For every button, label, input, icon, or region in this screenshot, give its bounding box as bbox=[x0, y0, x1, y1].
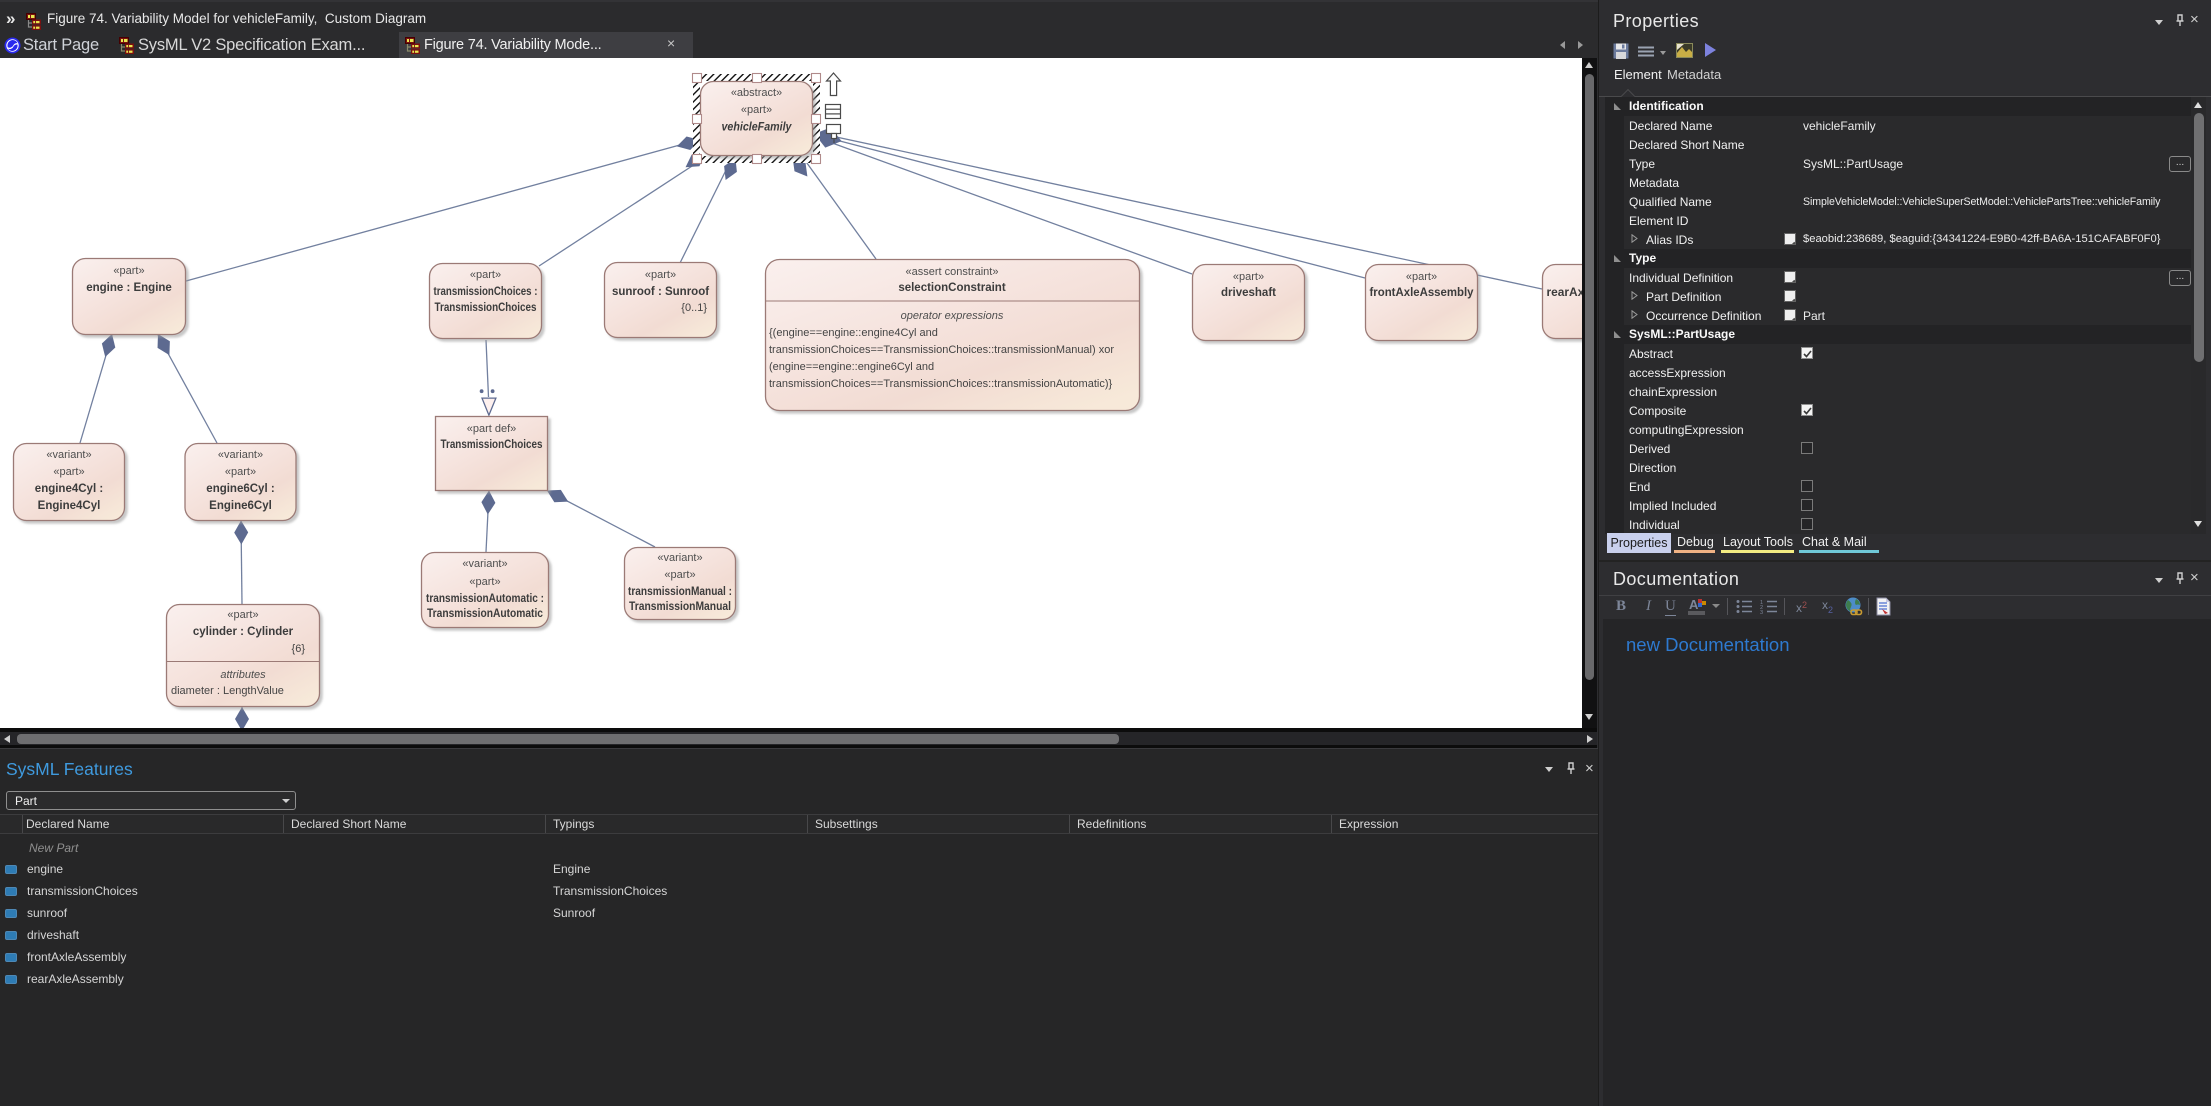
svg-text:«part»: «part» bbox=[1233, 271, 1264, 283]
svg-text:engine6Cyl :: engine6Cyl : bbox=[206, 483, 274, 495]
svg-text:«abstract»: «abstract» bbox=[731, 87, 782, 99]
svg-text:TransmissionChoices: TransmissionChoices bbox=[441, 439, 543, 451]
svg-text:sunroof : Sunroof: sunroof : Sunroof bbox=[612, 286, 709, 298]
svg-text:frontAxleAssembly: frontAxleAssembly bbox=[1370, 287, 1475, 299]
svg-text:«variant»: «variant» bbox=[657, 552, 702, 564]
svg-text:selectionConstraint: selectionConstraint bbox=[898, 282, 1006, 294]
svg-text:«part»: «part» bbox=[469, 576, 500, 588]
svg-text:«part»: «part» bbox=[113, 265, 144, 277]
svg-text:engine : Engine: engine : Engine bbox=[86, 282, 172, 294]
svg-text:{0..1}: {0..1} bbox=[681, 302, 707, 314]
svg-text:attributes: attributes bbox=[220, 669, 266, 681]
svg-text:«part»: «part» bbox=[470, 269, 501, 281]
svg-text:Engine6Cyl: Engine6Cyl bbox=[209, 500, 272, 512]
svg-text:Engine4Cyl: Engine4Cyl bbox=[38, 500, 101, 512]
svg-text:«part»: «part» bbox=[53, 466, 84, 478]
svg-text:«variant»: «variant» bbox=[46, 449, 91, 461]
svg-text:«part»: «part» bbox=[741, 104, 772, 116]
svg-text:cylinder : Cylinder: cylinder : Cylinder bbox=[193, 626, 294, 638]
svg-text:rearAxleAssembly: rearAxleAssembly bbox=[1547, 287, 1583, 299]
svg-text:«part»: «part» bbox=[225, 466, 256, 478]
svg-text:transmissionChoices==Transmiss: transmissionChoices==TransmissionChoices… bbox=[769, 378, 1112, 390]
svg-text:transmissionManual :: transmissionManual : bbox=[628, 586, 732, 598]
svg-text:diameter : LengthValue: diameter : LengthValue bbox=[171, 685, 284, 697]
svg-text:transmissionChoices :: transmissionChoices : bbox=[434, 286, 538, 298]
svg-text:«part»: «part» bbox=[664, 569, 695, 581]
svg-text:«variant»: «variant» bbox=[218, 449, 263, 461]
svg-text:transmissionChoices==Transmiss: transmissionChoices==TransmissionChoices… bbox=[769, 344, 1114, 356]
svg-text:(engine==engine::engine6Cyl an: (engine==engine::engine6Cyl and bbox=[769, 361, 934, 373]
svg-text:«part»: «part» bbox=[645, 269, 676, 281]
svg-text:driveshaft: driveshaft bbox=[1221, 287, 1276, 299]
svg-text:TransmissionAutomatic: TransmissionAutomatic bbox=[427, 608, 544, 620]
svg-text:3: 3 bbox=[1760, 610, 1763, 614]
svg-text:«part»: «part» bbox=[1406, 271, 1437, 283]
svg-text:TransmissionChoices: TransmissionChoices bbox=[435, 302, 537, 314]
svg-text:«variant»: «variant» bbox=[462, 558, 507, 570]
svg-text:«part»: «part» bbox=[227, 609, 258, 621]
svg-text:{6}: {6} bbox=[292, 643, 306, 655]
svg-text:«assert constraint»: «assert constraint» bbox=[906, 266, 999, 278]
svg-text:engine4Cyl :: engine4Cyl : bbox=[35, 483, 103, 495]
svg-text:TransmissionManual: TransmissionManual bbox=[629, 601, 731, 613]
svg-text:transmissionAutomatic :: transmissionAutomatic : bbox=[426, 593, 544, 605]
svg-text:«part def»: «part def» bbox=[467, 423, 517, 435]
svg-text:{(engine==engine::engine4Cyl a: {(engine==engine::engine4Cyl and bbox=[769, 327, 938, 339]
svg-text:vehicleFamily: vehicleFamily bbox=[722, 122, 793, 134]
svg-text:operator expressions: operator expressions bbox=[901, 310, 1004, 322]
